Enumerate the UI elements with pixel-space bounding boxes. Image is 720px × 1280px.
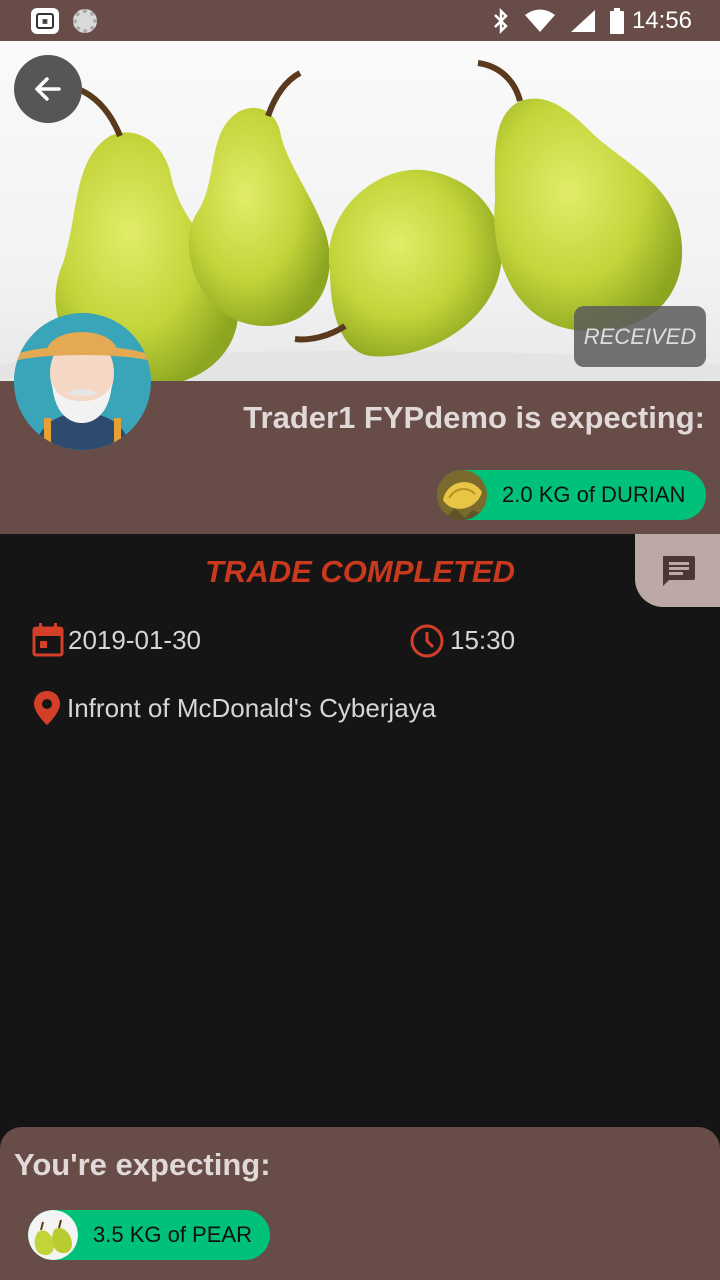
trade-status-text: TRADE COMPLETED (205, 554, 515, 589)
trade-location: Infront of McDonald's Cyberjaya (33, 690, 436, 726)
pear-icon (28, 1210, 78, 1260)
arrow-left-icon (35, 77, 61, 101)
trade-time-value: 15:30 (450, 624, 516, 655)
farmer-avatar-icon (14, 313, 151, 450)
trader-item-chip[interactable]: 2.0 KG of DURIAN (437, 470, 706, 520)
battery-icon (610, 8, 624, 34)
received-status-badge: RECEIVED (574, 306, 706, 367)
your-item-label: 3.5 KG of PEAR (93, 1222, 252, 1247)
trade-date-value: 2019-01-30 (68, 624, 201, 655)
status-bar: ▣ 14:56 (0, 0, 720, 41)
trade-date: 2019-01-30 (31, 622, 201, 658)
back-button[interactable] (14, 55, 82, 123)
trader-expecting-title: Trader1 FYPdemo is expecting: (243, 400, 705, 435)
trader-avatar[interactable] (14, 313, 151, 450)
signal-icon (571, 10, 595, 32)
trader-item-label: 2.0 KG of DURIAN (502, 482, 686, 507)
location-pin-icon (34, 691, 60, 725)
trade-location-value: Infront of McDonald's Cyberjaya (67, 692, 437, 723)
clock: 14:56 (631, 7, 692, 34)
you-expecting-title: You're expecting: (14, 1147, 271, 1182)
your-item-chip[interactable]: 3.5 KG of PEAR (28, 1210, 270, 1260)
app-notification-icon: ▣ (31, 8, 59, 34)
calendar-icon (32, 623, 64, 657)
trade-time: 15:30 (409, 622, 515, 658)
status-icons (492, 8, 624, 34)
wifi-icon (525, 9, 555, 32)
clock-icon (410, 624, 444, 658)
sync-notification-icon (73, 9, 97, 33)
bluetooth-icon (494, 8, 508, 34)
durian-icon (437, 470, 487, 520)
